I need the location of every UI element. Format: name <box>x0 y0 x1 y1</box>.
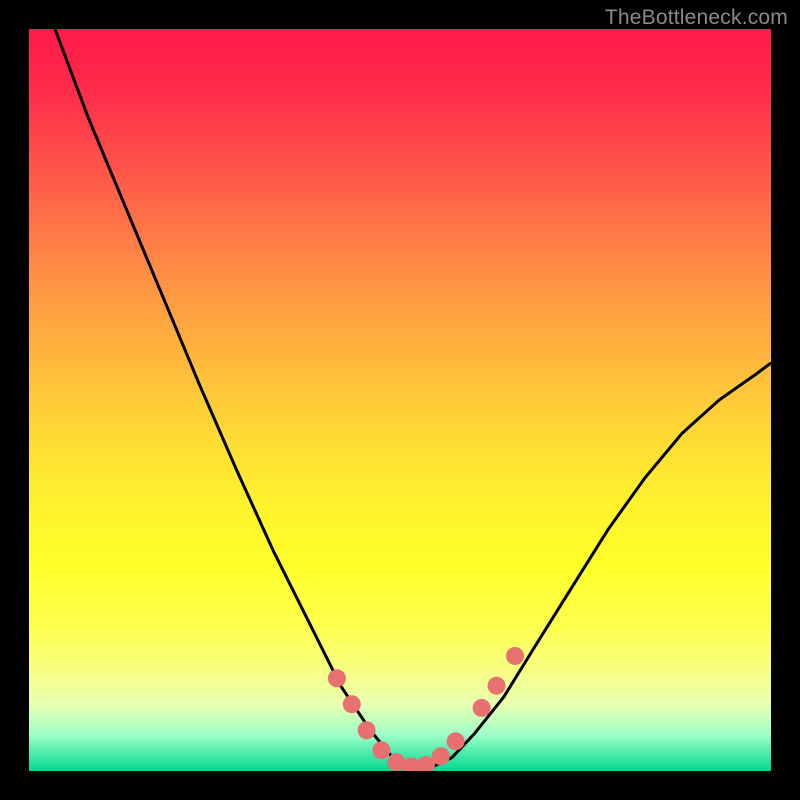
marker-dot <box>432 747 450 765</box>
marker-dot <box>488 677 506 695</box>
watermark-text: TheBottleneck.com <box>605 6 788 30</box>
marker-dot <box>372 741 390 759</box>
chart-frame: TheBottleneck.com <box>0 0 800 800</box>
plot-area <box>29 29 771 771</box>
bottleneck-curve <box>55 29 771 768</box>
marker-dot <box>328 669 346 687</box>
marker-dot <box>358 721 376 739</box>
curve-svg <box>29 29 771 771</box>
marker-dot <box>473 699 491 717</box>
marker-dot <box>447 732 465 750</box>
marker-dot <box>506 647 524 665</box>
marker-dot <box>343 695 361 713</box>
